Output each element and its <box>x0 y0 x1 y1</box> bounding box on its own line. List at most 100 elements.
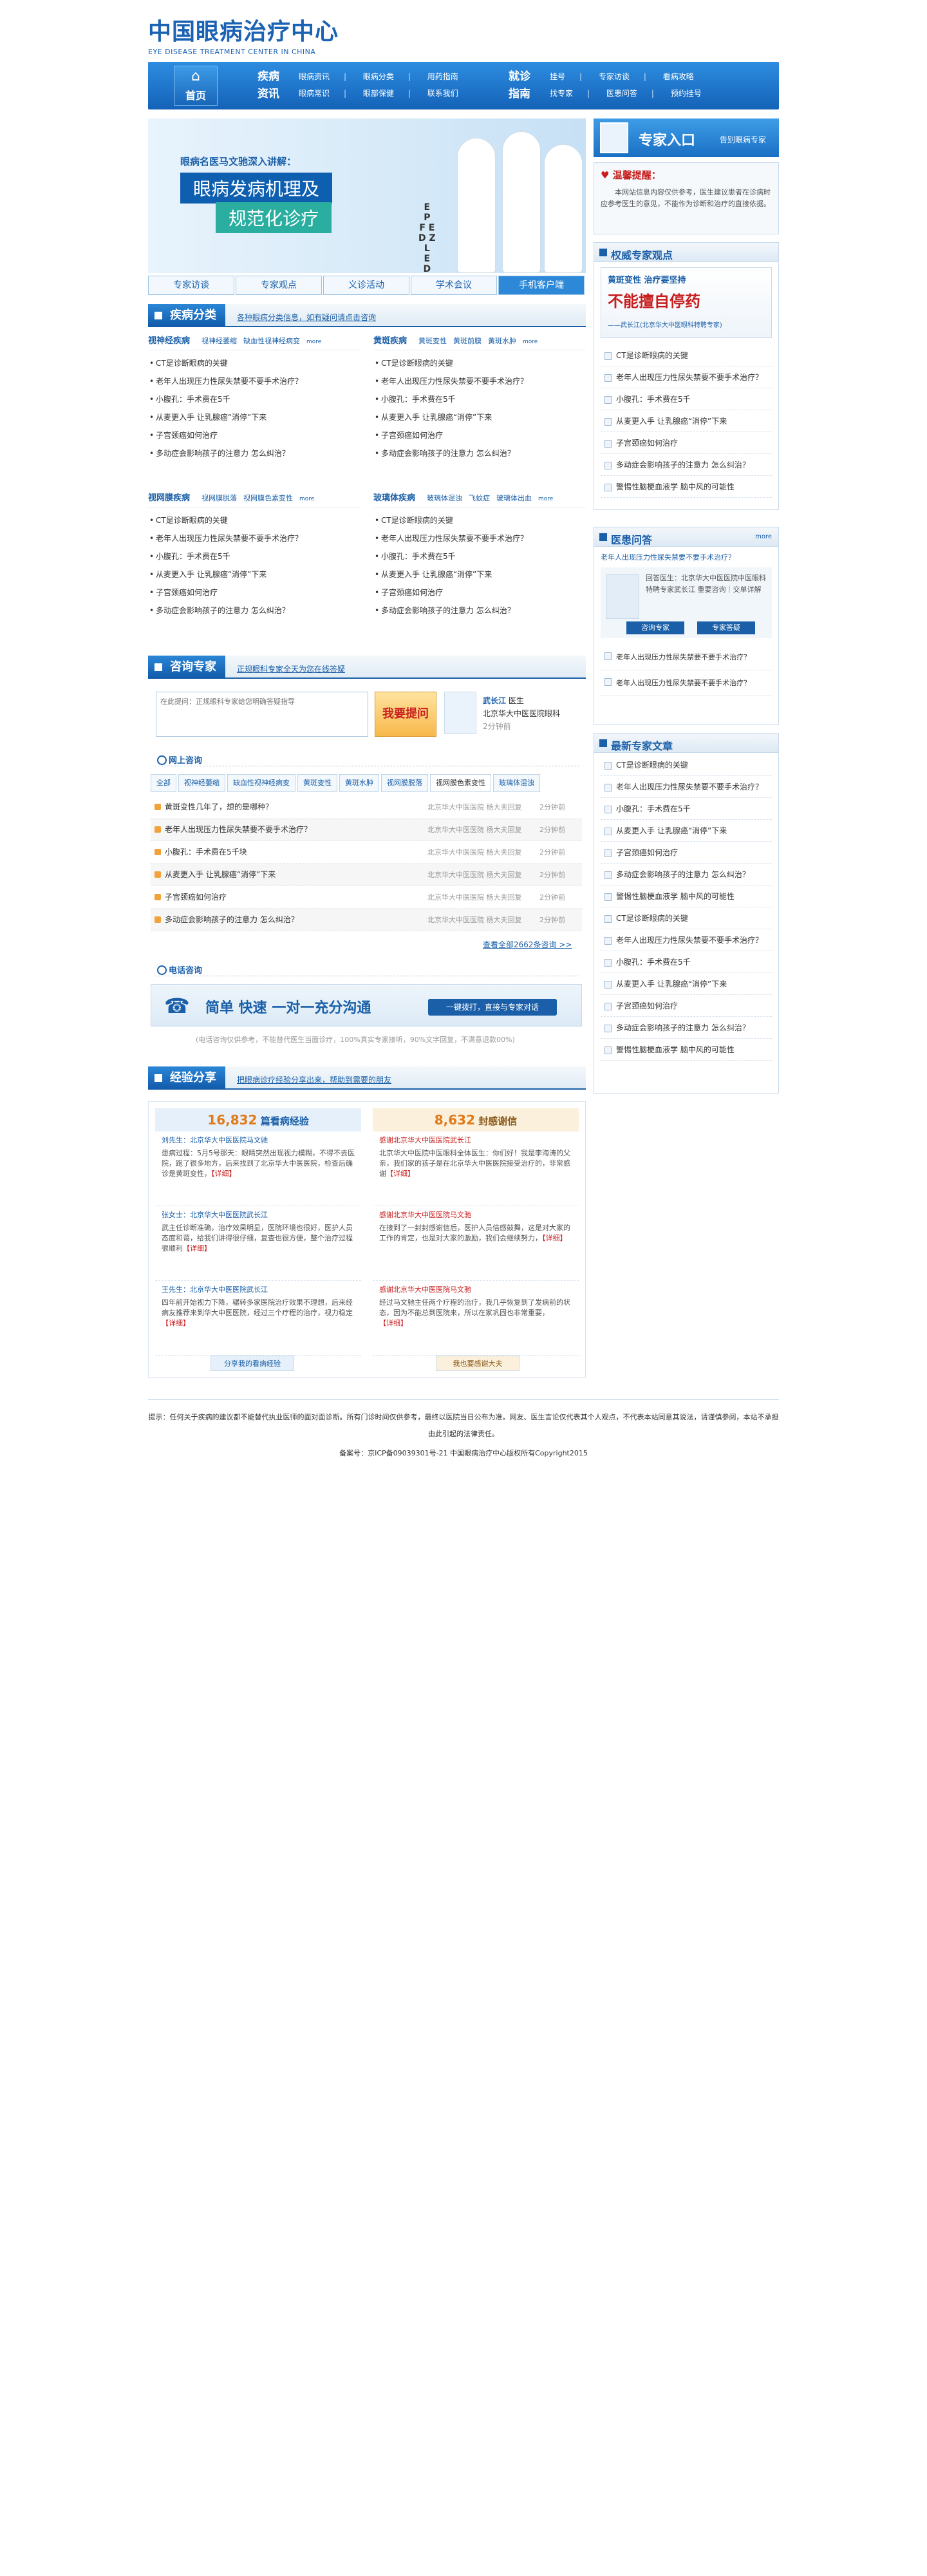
list-item[interactable]: CT是诊断眼病的关键 <box>601 907 772 929</box>
list-item[interactable]: 从麦更入手 让乳腺癌“消停”下来 <box>601 820 772 842</box>
filter-tab[interactable]: 视网膜色素变性 <box>430 774 491 792</box>
share-author[interactable]: 感谢北京华大中医医院马文驰 <box>379 1285 572 1295</box>
detail-link[interactable]: 【详细】 <box>162 1319 190 1327</box>
share-author[interactable]: 张女士：北京华大中医医院武长江 <box>162 1210 355 1220</box>
nav-link[interactable]: 联系我们 <box>427 88 458 99</box>
list-item[interactable]: 从麦更入手 让乳腺癌“消停”下来 <box>148 408 360 426</box>
ask-button[interactable]: 我要提问 <box>375 692 436 737</box>
nav-link[interactable]: 医患问答 <box>606 88 637 99</box>
share-sub[interactable]: 把眼病诊疗经验分享出来，帮助到需要的朋友 <box>237 1074 391 1085</box>
nav-link[interactable]: 找专家 <box>550 88 573 99</box>
disease-link[interactable]: 黄斑水肿 <box>488 337 516 345</box>
filter-tab[interactable]: 视神经萎缩 <box>178 774 225 792</box>
list-item[interactable]: CT是诊断眼病的关键 <box>148 354 360 372</box>
tab-clinic[interactable]: 义诊活动 <box>323 276 409 295</box>
filter-tab[interactable]: 缺血性视神经病变 <box>227 774 295 792</box>
list-item[interactable]: 多动症会影响孩子的注意力 怎么纠治？ <box>373 444 586 462</box>
list-item[interactable]: 老年人出现压力性尿失禁要不要手术治疗？ <box>601 366 772 388</box>
list-item[interactable]: 老年人出现压力性尿失禁要不要手术治疗？ <box>373 372 586 390</box>
list-item[interactable]: 老年人出现压力性尿失禁要不要手术治疗？ <box>148 529 360 547</box>
more-consult-link[interactable]: 查看全部2662条咨询 >> <box>483 939 572 950</box>
table-row[interactable]: 从麦更入手 让乳腺癌“消停”下来 北京华大中医医院 杨大夫回复 2分钟前 <box>151 864 582 886</box>
list-item[interactable]: 子宫颈癌如何治疗 <box>601 432 772 454</box>
nav-home[interactable]: ⌂ 首页 <box>174 66 218 106</box>
more-link[interactable]: more <box>523 339 538 345</box>
disease-block-title[interactable]: 玻璃体疾病 <box>373 493 415 503</box>
list-item[interactable]: 多动症会影响孩子的注意力 怎么纠治？ <box>148 601 360 620</box>
question-text[interactable]: 老年人出现压力性尿失禁要不要手术治疗？ <box>165 825 312 834</box>
list-item[interactable]: 多动症会影响孩子的注意力 怎么纠治？ <box>148 444 360 462</box>
nav-link[interactable]: 用药指南 <box>427 71 458 82</box>
qa-more-link[interactable]: more <box>755 533 772 540</box>
question-input[interactable] <box>156 692 368 737</box>
list-item[interactable]: 多动症会影响孩子的注意力 怎么纠治？ <box>373 601 586 620</box>
filter-tab[interactable]: 视网膜脱落 <box>381 774 428 792</box>
disease-link[interactable]: 黄斑前膜 <box>453 337 482 345</box>
tab-interview[interactable]: 专家访谈 <box>148 276 234 295</box>
nav-link[interactable]: 眼病分类 <box>363 71 394 82</box>
list-item[interactable]: 子宫颈癌如何治疗 <box>601 995 772 1017</box>
list-item[interactable]: 小腹孔：手术费在5千 <box>601 798 772 820</box>
list-item[interactable]: 多动症会影响孩子的注意力 怎么纠治？ <box>601 1017 772 1039</box>
nav-link[interactable]: 看病攻略 <box>663 71 694 82</box>
filter-tab[interactable]: 全部 <box>151 774 176 792</box>
thank-doctor-button[interactable]: 我也要感谢大夫 <box>436 1356 520 1371</box>
hero-banner[interactable]: 眼病名医马文驰深入讲解： 眼病发病机理及 规范化诊疗 E P F E D Z L… <box>148 118 586 273</box>
tab-conference[interactable]: 学术会议 <box>411 276 497 295</box>
disease-link[interactable]: 缺血性视神经病变 <box>243 337 300 345</box>
disease-sub[interactable]: 各种眼病分类信息，如有疑问请点击咨询 <box>237 312 376 323</box>
list-item[interactable]: 老年人出现压力性尿失禁要不要手术治疗？ <box>601 670 772 696</box>
list-item[interactable]: 子宫颈癌如何治疗 <box>373 583 586 601</box>
list-item[interactable]: 子宫颈癌如何治疗 <box>148 583 360 601</box>
site-logo[interactable]: 中国眼病治疗中心 EYE DISEASE TREATMENT CENTER IN… <box>148 13 354 56</box>
list-item[interactable]: CT是诊断眼病的关键 <box>373 511 586 529</box>
share-author[interactable]: 王先生：北京华大中医医院武长江 <box>162 1285 355 1295</box>
question-text[interactable]: 子宫颈癌如何治疗 <box>165 893 227 902</box>
authority-image[interactable]: 黄斑变性 治疗要坚持 不能擅自停药 ——武长江(北京华大中医眼科特聘专家) <box>601 267 772 338</box>
list-item[interactable]: 多动症会影响孩子的注意力 怎么纠治？ <box>601 864 772 886</box>
list-item[interactable]: CT是诊断眼病的关键 <box>601 345 772 366</box>
list-item[interactable]: 警惕性脑梗血液学 脑中风的可能性 <box>601 886 772 907</box>
more-link[interactable]: more <box>538 496 553 502</box>
question-text[interactable]: 小腹孔：手术费在5千块 <box>165 848 247 857</box>
list-item[interactable]: CT是诊断眼病的关键 <box>601 754 772 776</box>
disease-block-title[interactable]: 黄斑疾病 <box>373 336 407 346</box>
list-item[interactable]: CT是诊断眼病的关键 <box>148 511 360 529</box>
table-row[interactable]: 小腹孔：手术费在5千块 北京华大中医医院 杨大夫回复 2分钟前 <box>151 841 582 864</box>
consult-expert-button[interactable]: 咨询专家 <box>626 621 684 634</box>
doctor-name[interactable]: 武长江 <box>483 696 506 705</box>
nav-link[interactable]: 专家访谈 <box>599 71 630 82</box>
list-item[interactable]: 子宫颈癌如何治疗 <box>601 842 772 864</box>
disease-link[interactable]: 玻璃体出血 <box>496 494 532 502</box>
list-item[interactable]: 警惕性脑梗血液学 脑中风的可能性 <box>601 1039 772 1061</box>
expert-entry[interactable]: 专家入口 告别眼病专家 <box>594 118 779 157</box>
nav-link[interactable]: 眼部保健 <box>363 88 394 99</box>
question-text[interactable]: 从麦更入手 让乳腺癌“消停”下来 <box>165 870 276 879</box>
disease-link[interactable]: 视网膜色素变性 <box>243 494 293 502</box>
more-link[interactable]: more <box>299 496 314 502</box>
list-item[interactable]: 警惕性脑梗血液学 脑中风的可能性 <box>601 476 772 498</box>
list-item[interactable]: 子宫颈癌如何治疗 <box>373 426 586 444</box>
list-item[interactable]: 小腹孔：手术费在5千 <box>373 390 586 408</box>
tab-opinion[interactable]: 专家观点 <box>236 276 322 295</box>
nav-link[interactable]: 挂号 <box>550 71 565 82</box>
list-item[interactable]: 老年人出现压力性尿失禁要不要手术治疗？ <box>148 372 360 390</box>
filter-tab[interactable]: 黄斑变性 <box>297 774 337 792</box>
share-author[interactable]: 刘先生：北京华大中医医院马文驰 <box>162 1135 355 1146</box>
nav-link[interactable]: 预约挂号 <box>671 88 702 99</box>
list-item[interactable]: 老年人出现压力性尿失禁要不要手术治疗？ <box>373 529 586 547</box>
list-item[interactable]: 老年人出现压力性尿失禁要不要手术治疗？ <box>601 776 772 798</box>
table-row[interactable]: 子宫颈癌如何治疗 北京华大中医医院 杨大夫回复 2分钟前 <box>151 886 582 909</box>
detail-link[interactable]: 【详细】 <box>542 1234 567 1242</box>
list-item[interactable]: 多动症会影响孩子的注意力 怎么纠治？ <box>601 454 772 476</box>
detail-link[interactable]: 【详细】 <box>386 1170 415 1178</box>
disease-link[interactable]: 飞蚊症 <box>469 494 490 502</box>
list-item[interactable]: 老年人出现压力性尿失禁要不要手术治疗？ <box>601 929 772 951</box>
list-item[interactable]: 从麦更入手 让乳腺癌“消停”下来 <box>373 408 586 426</box>
more-link[interactable]: more <box>306 339 321 345</box>
share-author[interactable]: 感谢北京华大中医医院武长江 <box>379 1135 572 1146</box>
table-row[interactable]: 黄斑变性几年了，想的是哪种？ 北京华大中医医院 杨大夫回复 2分钟前 <box>151 796 582 819</box>
share-author[interactable]: 感谢北京华大中医医院马文驰 <box>379 1210 572 1220</box>
disease-link[interactable]: 视网膜脱落 <box>201 494 237 502</box>
list-item[interactable]: 老年人出现压力性尿失禁要不要手术治疗？ <box>601 645 772 670</box>
